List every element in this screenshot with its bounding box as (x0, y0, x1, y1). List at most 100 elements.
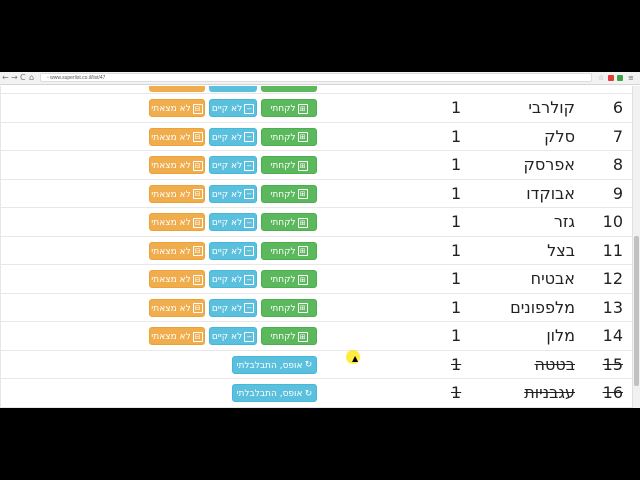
minus-icon: − (244, 132, 255, 142)
scrollbar-thumb[interactable] (634, 236, 639, 386)
table-row: 11 בצל 1 ⊞לקחתי −לא קיים ⊟לא מצאתי (1, 237, 633, 265)
undo-icon: ↻ (304, 360, 313, 370)
not-found-button-label: לא מצאתי (151, 132, 191, 143)
undo-button[interactable]: ↻אופס, התבלבלתי (232, 384, 317, 402)
took-button[interactable]: ⊞לקחתי (261, 298, 317, 317)
took-button[interactable]: ⊞לקחתי (261, 213, 317, 231)
table-row: 9 אבוקדו 1 ⊞לקחתי −לא קיים ⊟לא מצאתי (1, 180, 633, 208)
browser-toolbar: ← → C ⌂ ▫ www.superlist.co.il/list/47 ☆ … (0, 72, 640, 85)
menu-icon[interactable]: ≡ (628, 73, 634, 83)
not-exist-button[interactable]: −לא קיים (209, 270, 257, 288)
not-found-button[interactable]: ⊟לא מצאתי (149, 327, 205, 345)
bookmark-star-icon[interactable]: ☆ (598, 73, 604, 83)
none-button-partial[interactable] (209, 86, 257, 92)
not-exist-button-label: לא קיים (211, 104, 243, 114)
not-found-button[interactable]: ⊟לא מצאתי (149, 156, 205, 174)
took-button[interactable]: ⊞לקחתי (261, 99, 317, 117)
not-found-button[interactable]: ⊟לא מצאתי (149, 99, 205, 117)
not-found-button[interactable]: ⊟לא מצאתי (149, 298, 205, 317)
item-number: 13 (602, 297, 623, 317)
took-button[interactable]: ⊞לקחתי (261, 127, 317, 146)
minus-icon: − (244, 331, 255, 342)
undo-button-label: אופס, התבלבלתי (236, 360, 303, 371)
not-found-button[interactable]: ⊟לא מצאתי (149, 241, 205, 260)
not-exist-button[interactable]: −לא קיים (209, 298, 257, 317)
not-exist-button[interactable]: −לא קיים (209, 213, 257, 231)
item-number: 12 (602, 269, 623, 288)
took-button-partial[interactable] (261, 86, 317, 92)
not-found-button[interactable]: ⊟לא מצאתי (149, 127, 205, 146)
minus-square-icon: ⊟ (192, 274, 203, 285)
address-bar[interactable]: ▫ www.superlist.co.il/list/47 (40, 73, 592, 82)
not-exist-button[interactable]: −לא קיים (209, 184, 257, 203)
plus-square-icon: ⊞ (297, 160, 308, 171)
item-quantity: 1 (451, 297, 462, 317)
took-button-label: לקחתי (270, 332, 296, 342)
minus-square-icon: ⊟ (192, 160, 203, 171)
minus-icon: − (244, 160, 255, 171)
not-found-button-partial[interactable] (149, 86, 205, 92)
item-number: 14 (602, 326, 623, 345)
minus-square-icon: ⊟ (192, 217, 203, 228)
item-name: סלק (544, 126, 575, 146)
not-exist-button-label: לא קיים (211, 189, 243, 200)
took-button[interactable]: ⊞לקחתי (261, 270, 317, 288)
item-number: 15 (602, 354, 623, 374)
item-quantity: 1 (451, 269, 462, 288)
table-row: 8 אפרסק 1 ⊞לקחתי −לא קיים ⊟לא מצאתי (1, 151, 633, 180)
extension-green-icon[interactable] (617, 75, 623, 81)
minus-icon: − (244, 103, 255, 114)
back-icon[interactable]: ← (2, 73, 9, 83)
item-number: 16 (602, 383, 623, 402)
undo-button-label: אופס, התבלבלתי (236, 389, 303, 399)
undo-button[interactable]: ↻אופס, התבלבלתי (232, 355, 317, 374)
not-exist-button-label: לא קיים (211, 303, 243, 314)
not-found-button-label: לא מצאתי (151, 246, 191, 257)
item-quantity: 1 (451, 98, 462, 117)
item-number: 10 (602, 212, 623, 231)
not-found-button[interactable]: ⊟לא מצאתי (149, 184, 205, 203)
plus-square-icon: ⊞ (297, 189, 308, 199)
home-icon[interactable]: ⌂ (29, 73, 34, 83)
not-found-button[interactable]: ⊟לא מצאתי (149, 213, 205, 231)
not-found-button-label: לא מצאתי (151, 189, 191, 200)
forward-icon[interactable]: → (11, 73, 18, 83)
item-name: אבטיח (530, 269, 575, 288)
plus-square-icon: ⊞ (297, 132, 308, 142)
table-row: 6 קולרבי 1 ⊞לקחתי −לא קיים ⊟לא מצאתי (1, 94, 633, 123)
not-exist-button[interactable]: −לא קיים (209, 127, 257, 146)
plus-square-icon: ⊞ (297, 274, 308, 285)
took-button[interactable]: ⊞לקחתי (261, 184, 317, 203)
not-found-button[interactable]: ⊟לא מצאתי (149, 270, 205, 288)
scrollbar[interactable] (632, 86, 640, 408)
item-name: מלפפונים (510, 297, 575, 317)
took-button-label: לקחתי (270, 161, 296, 171)
table-row: 12 אבטיח 1 ⊞לקחתי −לא קיים ⊟לא מצאתי (1, 265, 633, 294)
plus-square-icon: ⊞ (297, 217, 308, 228)
took-button[interactable]: ⊞לקחתי (261, 156, 317, 174)
took-button-label: לקחתי (270, 246, 296, 257)
item-number: 9 (612, 183, 623, 203)
not-exist-button[interactable]: −לא קיים (209, 156, 257, 174)
item-name: מלון (546, 326, 575, 345)
took-button[interactable]: ⊞לקחתי (261, 241, 317, 260)
not-exist-button[interactable]: −לא קיים (209, 241, 257, 260)
table-row: 15 בטטה 1 ↻אופס, התבלבלתי (1, 351, 633, 379)
not-exist-button[interactable]: −לא קיים (209, 99, 257, 117)
not-exist-button-label: לא קיים (211, 161, 243, 171)
extension-red-icon[interactable] (608, 75, 614, 81)
item-name: אבוקדו (526, 183, 575, 203)
reload-icon[interactable]: C (20, 73, 26, 83)
table-row: 10 גזר 1 ⊞לקחתי −לא קיים ⊟לא מצאתי (1, 208, 633, 237)
minus-icon: − (244, 246, 255, 256)
table-row-partial (1, 86, 633, 94)
item-quantity: 1 (451, 126, 462, 146)
plus-square-icon: ⊞ (297, 103, 308, 114)
minus-icon: − (244, 274, 255, 285)
took-button-label: לקחתי (270, 104, 296, 114)
not-exist-button[interactable]: −לא קיים (209, 327, 257, 345)
item-name: עגבניות (524, 383, 575, 402)
took-button[interactable]: ⊞לקחתי (261, 327, 317, 345)
item-number: 7 (612, 126, 623, 146)
minus-icon: − (244, 303, 255, 313)
